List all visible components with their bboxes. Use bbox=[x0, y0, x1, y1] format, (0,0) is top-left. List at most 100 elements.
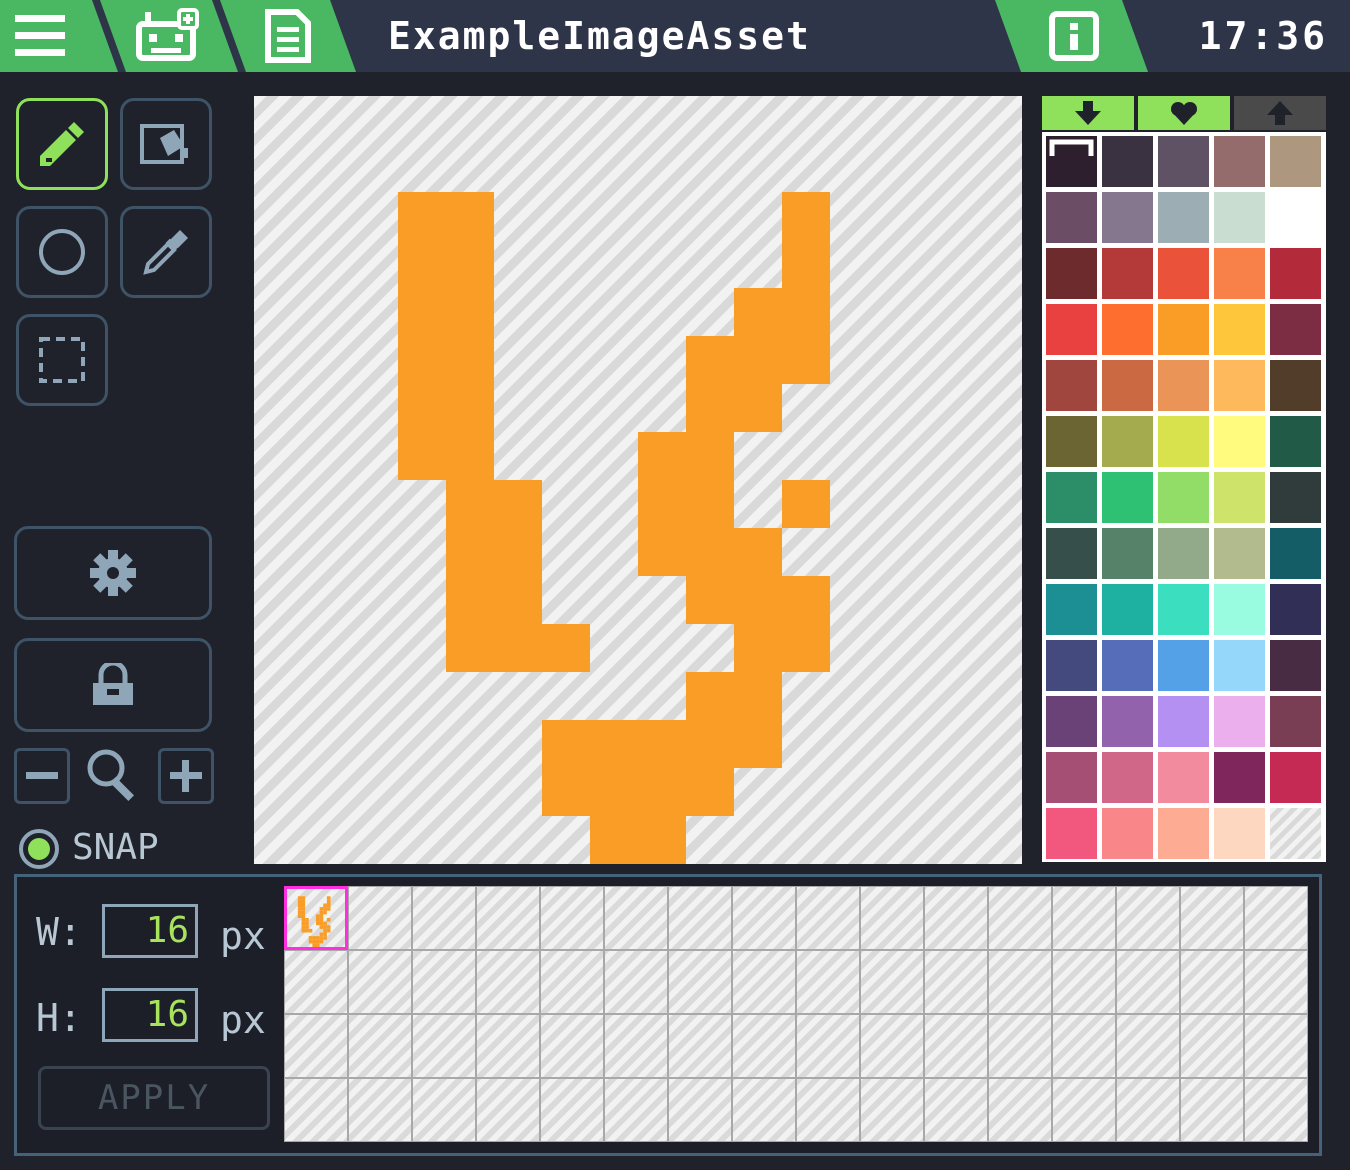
palette-swatch[interactable] bbox=[1158, 752, 1209, 803]
frame-cell[interactable] bbox=[412, 1014, 476, 1078]
frame-cell[interactable] bbox=[860, 1078, 924, 1142]
frame-cell[interactable] bbox=[540, 950, 604, 1014]
frame-cell[interactable] bbox=[732, 886, 796, 950]
frame-cell[interactable] bbox=[1116, 1014, 1180, 1078]
palette-swatch[interactable] bbox=[1102, 584, 1153, 635]
frame-cell[interactable] bbox=[604, 1078, 668, 1142]
palette-swatch[interactable] bbox=[1102, 416, 1153, 467]
frame-cell[interactable] bbox=[924, 1014, 988, 1078]
palette-swatch[interactable] bbox=[1102, 136, 1153, 187]
palette-tab-download[interactable] bbox=[1042, 96, 1134, 130]
frame-cell[interactable] bbox=[988, 1078, 1052, 1142]
robot-add-icon[interactable] bbox=[132, 6, 202, 66]
frame-cell[interactable] bbox=[476, 886, 540, 950]
palette-swatch[interactable] bbox=[1214, 304, 1265, 355]
frame-cell[interactable] bbox=[1244, 950, 1308, 1014]
palette-swatch[interactable] bbox=[1270, 416, 1321, 467]
frame-cell[interactable] bbox=[1052, 1014, 1116, 1078]
lock-button[interactable] bbox=[14, 638, 212, 732]
apply-button[interactable]: APPLY bbox=[38, 1066, 270, 1130]
palette-swatch[interactable] bbox=[1270, 528, 1321, 579]
frame-cell[interactable] bbox=[732, 950, 796, 1014]
palette-swatch[interactable] bbox=[1270, 640, 1321, 691]
frame-cell[interactable] bbox=[924, 1078, 988, 1142]
frame-cell[interactable] bbox=[860, 950, 924, 1014]
palette-swatch[interactable] bbox=[1102, 360, 1153, 411]
frame-cell[interactable] bbox=[604, 886, 668, 950]
palette-swatch[interactable] bbox=[1214, 360, 1265, 411]
frame-cell[interactable] bbox=[1180, 886, 1244, 950]
palette-swatch[interactable] bbox=[1270, 472, 1321, 523]
palette-swatch[interactable] bbox=[1214, 640, 1265, 691]
eyedropper-tool-button[interactable] bbox=[120, 206, 212, 298]
palette-swatch[interactable] bbox=[1102, 248, 1153, 299]
frame-cell[interactable] bbox=[1244, 886, 1308, 950]
palette-swatch[interactable] bbox=[1158, 584, 1209, 635]
frame-cell[interactable] bbox=[1116, 1078, 1180, 1142]
palette-swatch[interactable] bbox=[1214, 416, 1265, 467]
palette-swatch[interactable] bbox=[1102, 472, 1153, 523]
palette-swatch[interactable] bbox=[1270, 304, 1321, 355]
snap-radio[interactable] bbox=[18, 828, 60, 870]
palette-swatch[interactable] bbox=[1214, 472, 1265, 523]
frame-cell[interactable] bbox=[796, 1014, 860, 1078]
frame-cell[interactable] bbox=[412, 950, 476, 1014]
document-icon[interactable] bbox=[258, 6, 318, 66]
frame-cell[interactable] bbox=[988, 950, 1052, 1014]
palette-swatch[interactable] bbox=[1102, 696, 1153, 747]
palette-swatch[interactable] bbox=[1158, 640, 1209, 691]
palette-swatch[interactable] bbox=[1214, 696, 1265, 747]
palette-swatch[interactable] bbox=[1214, 808, 1265, 859]
frame-cell[interactable] bbox=[796, 886, 860, 950]
frame-cell[interactable] bbox=[348, 1078, 412, 1142]
frame-cell[interactable] bbox=[732, 1014, 796, 1078]
frame-cell[interactable] bbox=[1052, 1078, 1116, 1142]
height-field[interactable]: 16 bbox=[102, 988, 198, 1042]
frame-cell[interactable] bbox=[540, 1014, 604, 1078]
palette-swatch[interactable] bbox=[1046, 304, 1097, 355]
palette-swatch[interactable] bbox=[1102, 640, 1153, 691]
palette-swatch[interactable] bbox=[1270, 248, 1321, 299]
frame-cell[interactable] bbox=[284, 886, 348, 950]
palette-tab-heart[interactable] bbox=[1138, 96, 1230, 130]
frame-cell[interactable] bbox=[604, 1014, 668, 1078]
palette-swatch[interactable] bbox=[1158, 192, 1209, 243]
frame-cell[interactable] bbox=[284, 950, 348, 1014]
frame-cell[interactable] bbox=[796, 1078, 860, 1142]
palette-swatch[interactable] bbox=[1158, 472, 1209, 523]
palette-swatch[interactable] bbox=[1102, 192, 1153, 243]
frame-cell[interactable] bbox=[732, 1078, 796, 1142]
palette-swatch[interactable] bbox=[1102, 304, 1153, 355]
palette-swatch[interactable] bbox=[1046, 808, 1097, 859]
palette-swatch[interactable] bbox=[1046, 192, 1097, 243]
frame-cell[interactable] bbox=[476, 1014, 540, 1078]
palette-swatch[interactable] bbox=[1214, 192, 1265, 243]
fill-tool-button[interactable] bbox=[120, 98, 212, 190]
palette-swatch[interactable] bbox=[1270, 360, 1321, 411]
frame-cell[interactable] bbox=[988, 1014, 1052, 1078]
palette-swatch[interactable] bbox=[1270, 752, 1321, 803]
palette-swatch[interactable] bbox=[1270, 136, 1321, 187]
frame-cell[interactable] bbox=[540, 1078, 604, 1142]
palette-swatch[interactable] bbox=[1214, 752, 1265, 803]
palette-swatch[interactable] bbox=[1102, 752, 1153, 803]
settings-button[interactable] bbox=[14, 526, 212, 620]
drawing-canvas[interactable] bbox=[254, 96, 1022, 864]
frame-cell[interactable] bbox=[860, 1014, 924, 1078]
palette-swatch[interactable] bbox=[1046, 696, 1097, 747]
palette-swatch[interactable] bbox=[1214, 528, 1265, 579]
frame-cell[interactable] bbox=[668, 950, 732, 1014]
palette-tab-upload[interactable] bbox=[1234, 96, 1326, 130]
frame-cell[interactable] bbox=[924, 886, 988, 950]
palette-swatch[interactable] bbox=[1158, 304, 1209, 355]
palette-swatch[interactable] bbox=[1214, 136, 1265, 187]
palette-swatch[interactable] bbox=[1046, 752, 1097, 803]
frame-cell[interactable] bbox=[924, 950, 988, 1014]
palette-swatch[interactable] bbox=[1046, 360, 1097, 411]
frame-cell[interactable] bbox=[1052, 950, 1116, 1014]
palette-swatch[interactable] bbox=[1270, 192, 1321, 243]
palette-swatch[interactable] bbox=[1158, 248, 1209, 299]
palette-swatch[interactable] bbox=[1046, 584, 1097, 635]
palette-swatch[interactable] bbox=[1046, 416, 1097, 467]
frame-cell[interactable] bbox=[1180, 1014, 1244, 1078]
